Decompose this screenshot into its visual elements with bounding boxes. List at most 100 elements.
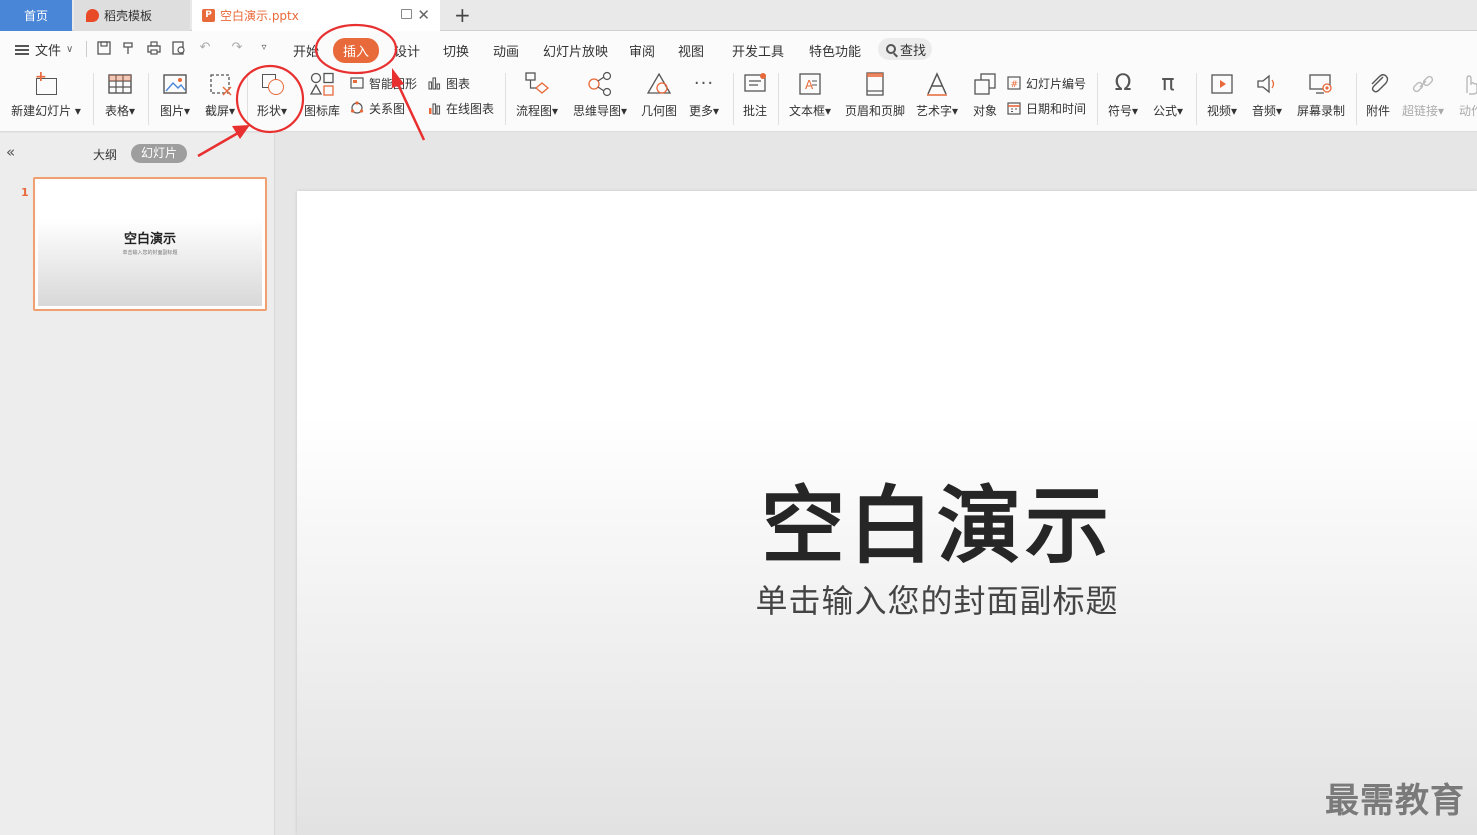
redo-icon[interactable]: ↷ xyxy=(230,41,244,55)
date-time-label: 日期和时间 xyxy=(1026,101,1087,116)
screenshot-button[interactable]: 截屏▾ xyxy=(202,71,238,119)
slide-editing-area: 空白演示 单击输入您的封面副标题 xyxy=(276,133,1477,835)
file-menu-button[interactable]: 文件 ∨ xyxy=(15,40,73,59)
new-tab-button[interactable]: + xyxy=(454,3,471,27)
symbol-button[interactable]: Ω 符号▾ xyxy=(1105,71,1141,119)
svg-text:#: # xyxy=(1011,80,1019,90)
slide-title[interactable]: 空白演示 xyxy=(297,459,1477,580)
print-icon[interactable] xyxy=(147,41,161,55)
tab-developer[interactable]: 开发工具 xyxy=(732,41,784,60)
geometry-button[interactable]: 几何图 xyxy=(639,71,679,119)
action-icon xyxy=(1458,71,1477,97)
chart-button[interactable]: 图表 xyxy=(427,74,470,92)
action-button[interactable]: 动作 xyxy=(1456,71,1477,119)
object-button[interactable]: 对象 xyxy=(970,71,1000,119)
date-time-button[interactable]: 日期和时间 xyxy=(1007,99,1086,117)
relation-chart-button[interactable]: 关系图 xyxy=(350,99,405,117)
shape-button[interactable]: 形状▾ xyxy=(254,71,290,119)
slide-canvas[interactable]: 空白演示 单击输入您的封面副标题 xyxy=(297,191,1477,835)
hyperlink-button[interactable]: 超链接▾ xyxy=(1400,71,1446,119)
tab-slideshow[interactable]: 幻灯片放映 xyxy=(543,41,608,60)
more-button[interactable]: ··· 更多▾ xyxy=(686,71,722,119)
flowchart-icon xyxy=(524,71,550,97)
mindmap-button[interactable]: 思维导图▾ xyxy=(570,71,630,119)
textbox-button[interactable]: A 文本框▾ xyxy=(786,71,834,119)
tab-insert[interactable]: 插入 xyxy=(333,38,380,63)
tab-special-features[interactable]: 特色功能 xyxy=(809,41,861,60)
online-chart-button[interactable]: 在线图表 xyxy=(427,99,494,117)
customize-toolbar-icon[interactable]: ▿ xyxy=(257,41,271,55)
tab-slides[interactable]: 幻灯片 xyxy=(131,144,187,163)
tab-home[interactable]: 首页 xyxy=(0,0,72,31)
print-preview-icon[interactable] xyxy=(172,41,186,55)
search-icon xyxy=(886,44,896,54)
speaker-icon xyxy=(1254,71,1280,97)
link-icon xyxy=(1410,71,1436,97)
ribbon-insert: + 新建幻灯片 ▾ 表格▾ 图片▾ 截屏▾ 形状▾ 图标库 智能图形 关系图 图… xyxy=(0,67,1477,132)
divider xyxy=(505,73,506,125)
presentation-file-icon: P xyxy=(202,8,215,22)
slide-thumbnail-title: 空白演示 xyxy=(123,232,176,247)
video-icon xyxy=(1209,71,1235,97)
online-chart-label: 在线图表 xyxy=(446,101,495,116)
flowchart-button[interactable]: 流程图▾ xyxy=(513,71,561,119)
wordart-icon xyxy=(924,71,950,97)
screen-record-button[interactable]: 屏幕录制 xyxy=(1295,71,1347,119)
new-slide-button[interactable]: + 新建幻灯片 ▾ xyxy=(10,70,82,119)
picture-button[interactable]: 图片▾ xyxy=(157,71,193,119)
textbox-icon: A xyxy=(797,71,823,97)
tab-home-label: 首页 xyxy=(23,9,48,23)
undo-icon[interactable]: ↶ xyxy=(198,41,212,55)
tab-review[interactable]: 审阅 xyxy=(629,41,655,60)
header-footer-icon xyxy=(862,71,888,97)
window-restore-icon[interactable] xyxy=(401,9,412,19)
object-label: 对象 xyxy=(972,104,997,118)
tab-design[interactable]: 设计 xyxy=(394,41,420,60)
save-icon[interactable] xyxy=(97,41,111,55)
search-button[interactable]: 查找 xyxy=(878,38,933,60)
header-footer-label: 页眉和页脚 xyxy=(844,104,905,118)
formula-button[interactable]: π 公式▾ xyxy=(1150,71,1186,119)
comment-button[interactable]: 批注 xyxy=(740,71,770,119)
collapse-panel-icon[interactable]: « xyxy=(6,143,15,161)
tab-view[interactable]: 视图 xyxy=(678,41,704,60)
screenshot-icon xyxy=(207,71,233,97)
geometry-icon xyxy=(646,71,672,97)
table-button[interactable]: 表格▾ xyxy=(102,71,138,119)
smart-graphic-button[interactable]: 智能图形 xyxy=(350,74,417,92)
header-footer-button[interactable]: 页眉和页脚 xyxy=(843,71,907,119)
tab-outline[interactable]: 大纲 xyxy=(93,146,117,163)
search-label: 查找 xyxy=(900,43,927,59)
new-slide-icon: + xyxy=(33,70,59,97)
attachment-button[interactable]: 附件 xyxy=(1363,71,1393,119)
object-icon xyxy=(972,71,998,97)
video-button[interactable]: 视频▾ xyxy=(1204,71,1240,119)
close-icon[interactable]: ✕ xyxy=(417,6,430,24)
paperclip-icon xyxy=(1365,71,1391,97)
tab-templates[interactable]: 稻壳模板 xyxy=(74,0,190,31)
relation-chart-label: 关系图 xyxy=(369,101,406,116)
watermark: 最需教育 xyxy=(1325,781,1465,821)
more-label: 更多 xyxy=(688,104,713,118)
tab-start[interactable]: 开始 xyxy=(293,41,319,60)
picture-label: 图片 xyxy=(159,104,184,118)
file-menu-label: 文件 xyxy=(35,44,62,59)
format-painter-icon[interactable] xyxy=(122,41,136,55)
wordart-button[interactable]: 艺术字▾ xyxy=(914,71,960,119)
slide-number-button[interactable]: # 幻灯片编号 xyxy=(1007,74,1086,92)
tab-transition[interactable]: 切换 xyxy=(443,41,469,60)
tab-document[interactable]: P 空白演示.pptx ✕ xyxy=(192,0,440,31)
slide-thumbnail[interactable]: 空白演示 单击输入您的封面副标题 xyxy=(33,177,267,311)
textbox-label: 文本框 xyxy=(788,104,825,118)
slide-subtitle[interactable]: 单击输入您的封面副标题 xyxy=(297,576,1477,622)
geometry-label: 几何图 xyxy=(640,104,677,118)
tab-animation[interactable]: 动画 xyxy=(493,41,519,60)
smart-graphic-label: 智能图形 xyxy=(369,76,418,91)
icon-library-button[interactable]: 图标库 xyxy=(302,71,342,119)
smart-graphic-icon xyxy=(350,76,364,90)
wordart-label: 艺术字 xyxy=(915,104,952,118)
new-slide-label: 新建幻灯片 xyxy=(11,104,72,118)
audio-button[interactable]: 音频▾ xyxy=(1249,71,1285,119)
tab-document-label: 空白演示.pptx xyxy=(220,8,299,23)
hamburger-icon xyxy=(15,44,29,55)
